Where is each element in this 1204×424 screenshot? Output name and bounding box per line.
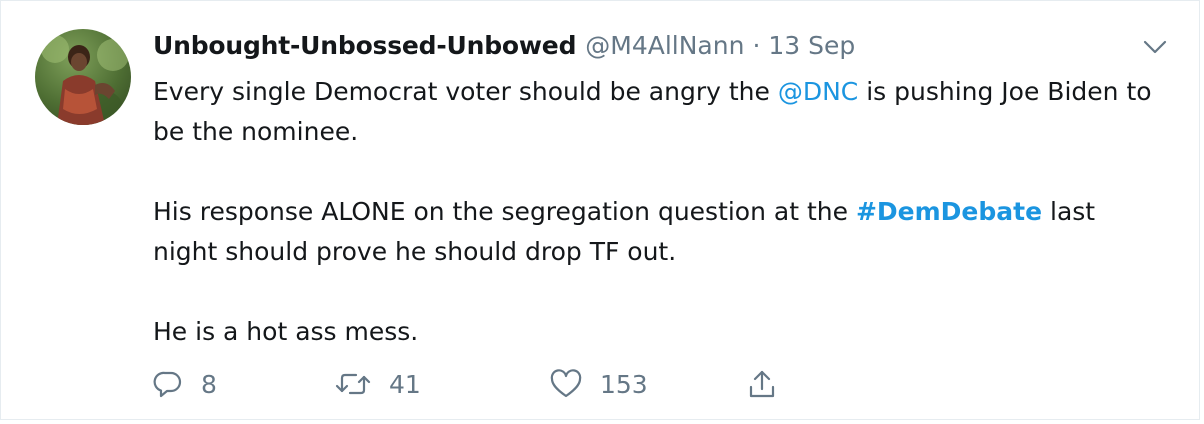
tweet-paragraph: He is a hot ass mess. [153, 317, 419, 346]
heart-icon [550, 369, 582, 399]
share-button[interactable] [747, 364, 777, 404]
retweet-icon [335, 369, 371, 399]
tweet-paragraph: His response ALONE on the segregation qu… [153, 192, 1163, 272]
tweet-paragraph: Every single Democrat voter should be an… [153, 72, 1163, 152]
text-segment: Every single Democrat voter should be an… [153, 77, 778, 106]
like-button[interactable]: 153 [550, 364, 648, 404]
hashtag-link[interactable]: #DemDebate [856, 197, 1042, 226]
reply-icon [153, 369, 183, 399]
share-icon [747, 369, 777, 399]
text-segment: His response ALONE on the segregation qu… [153, 197, 856, 226]
like-count: 153 [600, 369, 648, 399]
reply-button[interactable]: 8 [153, 364, 217, 404]
mention-link[interactable]: @DNC [778, 77, 858, 106]
avatar[interactable] [35, 29, 131, 125]
tweet-text: Every single Democrat voter should be an… [153, 72, 1163, 352]
user-handle[interactable]: @M4AllNann [585, 31, 744, 60]
tweet-date[interactable]: 13 Sep [768, 31, 855, 60]
retweet-button[interactable]: 41 [335, 364, 421, 404]
retweet-count: 41 [389, 369, 421, 399]
tweet-card[interactable]: Unbought-Unbossed-Unbowed @M4AllNann · 1… [0, 0, 1200, 420]
reply-count: 8 [201, 369, 217, 399]
chevron-down-icon[interactable] [1141, 37, 1169, 57]
display-name[interactable]: Unbought-Unbossed-Unbowed [153, 31, 576, 60]
separator-dot: · [752, 31, 761, 60]
avatar-photo [41, 35, 129, 125]
tweet-header: Unbought-Unbossed-Unbowed @M4AllNann · 1… [153, 31, 855, 67]
tweet-actions: 8 41 153 [153, 364, 853, 404]
